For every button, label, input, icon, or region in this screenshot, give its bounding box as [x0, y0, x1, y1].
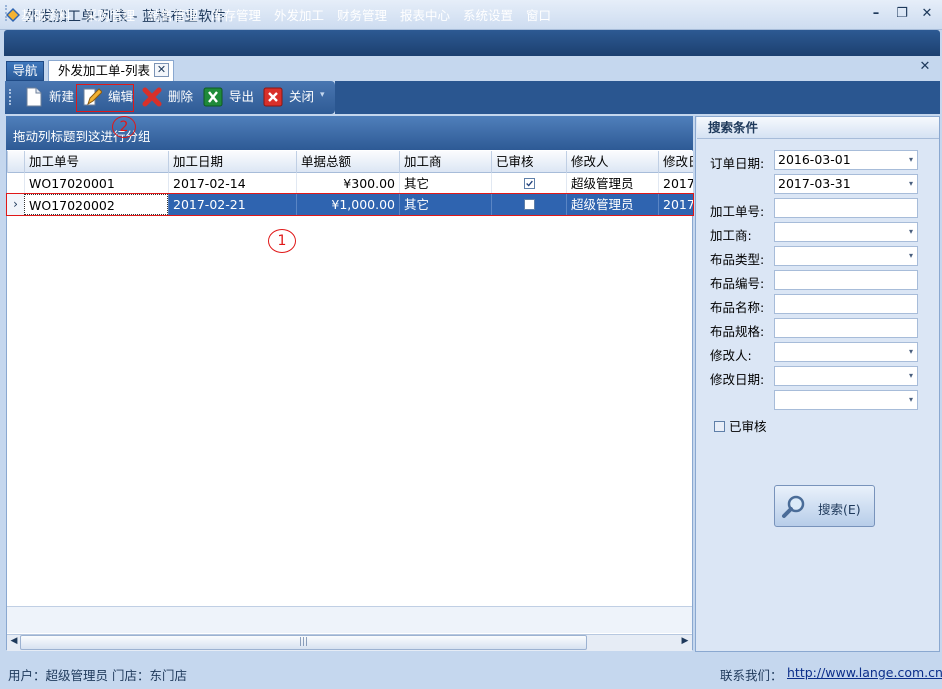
cell-modifier[interactable]: 超级管理员	[566, 173, 658, 194]
fabric-spec-label: 布品规格:	[710, 324, 765, 339]
modify-date-from-select[interactable]: ▾	[774, 366, 918, 386]
wo-no-label: 加工单号:	[710, 204, 765, 219]
close-red-icon	[263, 87, 283, 107]
new-button-label: 新建	[49, 89, 75, 104]
chevron-down-icon[interactable]: ▾	[909, 175, 913, 193]
fabric-code-input[interactable]	[774, 270, 918, 290]
fabric-type-select[interactable]: ▾	[774, 246, 918, 266]
cell-approved[interactable]	[491, 173, 566, 194]
excel-export-icon	[203, 87, 223, 107]
checkbox-checked-icon[interactable]	[523, 178, 535, 189]
scroll-left-arrow-icon[interactable]: ◀	[8, 636, 20, 649]
data-grid	[6, 150, 693, 650]
close-button[interactable]: 关闭	[263, 85, 317, 109]
close-button-label: 关闭	[289, 89, 315, 104]
menu-item-inventory[interactable]: 库存管理	[211, 5, 261, 24]
restore-button[interactable]: ❐	[891, 4, 913, 24]
menu-item-purchasing[interactable]: 采购管理	[85, 5, 135, 24]
order-date-to-value: 2017-03-31	[778, 176, 851, 191]
fabric-code-label: 布品编号:	[710, 276, 765, 291]
fabric-spec-input[interactable]	[774, 318, 918, 338]
vendor-label: 加工商:	[710, 228, 752, 243]
document-close-icon[interactable]: ✕	[918, 59, 932, 75]
chevron-down-icon[interactable]: ▾	[909, 391, 913, 409]
fabric-name-label: 布品名称:	[710, 300, 765, 315]
order-date-to-select[interactable]: 2017-03-31 ▾	[774, 174, 918, 194]
chevron-down-icon[interactable]: ▾	[909, 367, 913, 385]
delete-x-icon	[142, 87, 162, 107]
modify-date-label: 修改日期:	[710, 372, 765, 387]
cell-order-no[interactable]: WO17020001	[24, 173, 168, 194]
search-button-label: 搜索(E)	[818, 502, 861, 517]
row-indicator-cell	[7, 173, 24, 194]
chevron-down-icon[interactable]: ▾	[909, 151, 913, 169]
export-button-label: 导出	[229, 89, 255, 104]
modifier-select[interactable]: ▾	[774, 342, 918, 362]
column-header-approved[interactable]: 已审核	[491, 151, 566, 173]
wo-no-input[interactable]	[774, 198, 918, 218]
toolbar-grip	[9, 89, 11, 105]
column-header-date[interactable]: 加工日期	[168, 151, 296, 173]
toolbar-background	[335, 81, 940, 114]
approved-checkbox-label: 已审核	[729, 419, 767, 434]
scroll-right-arrow-icon[interactable]: ▶	[679, 636, 691, 649]
column-header-modifier[interactable]: 修改人	[566, 151, 658, 173]
order-date-from-select[interactable]: 2016-03-01 ▾	[774, 150, 918, 170]
toolbar-overflow-chevron-icon[interactable]: ▾	[320, 90, 325, 100]
menu-item-outsourcing[interactable]: 外发加工	[274, 5, 324, 24]
modifier-label: 修改人:	[710, 348, 752, 363]
column-header-vendor[interactable]: 加工商	[399, 151, 491, 173]
menu-bar	[4, 30, 940, 56]
new-button[interactable]: 新建	[24, 85, 76, 109]
row-indicator-header	[7, 151, 24, 173]
chevron-down-icon[interactable]: ▾	[909, 247, 913, 265]
menu-item-reports[interactable]: 报表中心	[400, 5, 450, 24]
annotation-highlight-edit	[76, 84, 134, 112]
vendor-select[interactable]: ▾	[774, 222, 918, 242]
menu-item-window[interactable]: 窗口	[526, 5, 551, 24]
grid-footer	[7, 606, 692, 633]
annotation-step-1: 1	[268, 229, 296, 253]
scrollbar-thumb[interactable]: |||	[20, 635, 587, 650]
minimize-button[interactable]: –	[865, 4, 887, 24]
annotation-highlight-row	[6, 193, 694, 216]
fabric-name-input[interactable]	[774, 294, 918, 314]
chevron-down-icon[interactable]: ▾	[909, 223, 913, 241]
window-close-button[interactable]: ✕	[916, 4, 938, 24]
cell-vendor[interactable]: 其它	[399, 173, 491, 194]
column-header-modify-date[interactable]: 修改日	[658, 151, 693, 173]
order-date-from-value: 2016-03-01	[778, 152, 851, 167]
status-contact-label: 联系我们：	[720, 668, 783, 683]
new-document-icon	[26, 87, 42, 107]
table-row[interactable]: WO17020001 2017-02-14 ¥300.00 其它 超级管理员 2…	[7, 173, 693, 194]
fabric-type-label: 布品类型:	[710, 252, 765, 267]
modify-date-to-select[interactable]: ▾	[774, 390, 918, 410]
chevron-down-icon[interactable]: ▾	[909, 343, 913, 361]
approved-checkbox[interactable]	[714, 421, 725, 432]
menu-item-basic-data[interactable]: 基础资料	[21, 5, 71, 24]
delete-button-label: 删除	[168, 89, 194, 104]
export-button[interactable]: 导出	[203, 85, 257, 109]
tab-close-icon[interactable]: ✕	[154, 63, 169, 77]
menu-item-finance[interactable]: 财务管理	[337, 5, 387, 24]
cell-modify-date[interactable]: 2017-	[658, 173, 693, 194]
menu-item-sales[interactable]: 销售管理	[148, 5, 198, 24]
cell-date[interactable]: 2017-02-14	[168, 173, 296, 194]
order-date-label: 订单日期:	[710, 156, 765, 171]
column-header-order-no[interactable]: 加工单号	[24, 151, 168, 173]
status-user-store: 用户：超级管理员 门店：东门店	[8, 668, 187, 683]
search-icon	[782, 495, 805, 518]
website-link[interactable]: http://www.lange.com.cn	[787, 665, 942, 680]
delete-button[interactable]: 删除	[142, 85, 196, 109]
search-panel-title: 搜索条件	[697, 117, 939, 139]
cell-amount[interactable]: ¥300.00	[296, 173, 399, 194]
menu-grip	[5, 5, 8, 21]
tab-navigation[interactable]: 导航	[6, 61, 44, 81]
column-header-amount[interactable]: 单据总额	[296, 151, 399, 173]
annotation-step-2: 2	[112, 116, 136, 138]
menu-item-settings[interactable]: 系统设置	[463, 5, 513, 24]
